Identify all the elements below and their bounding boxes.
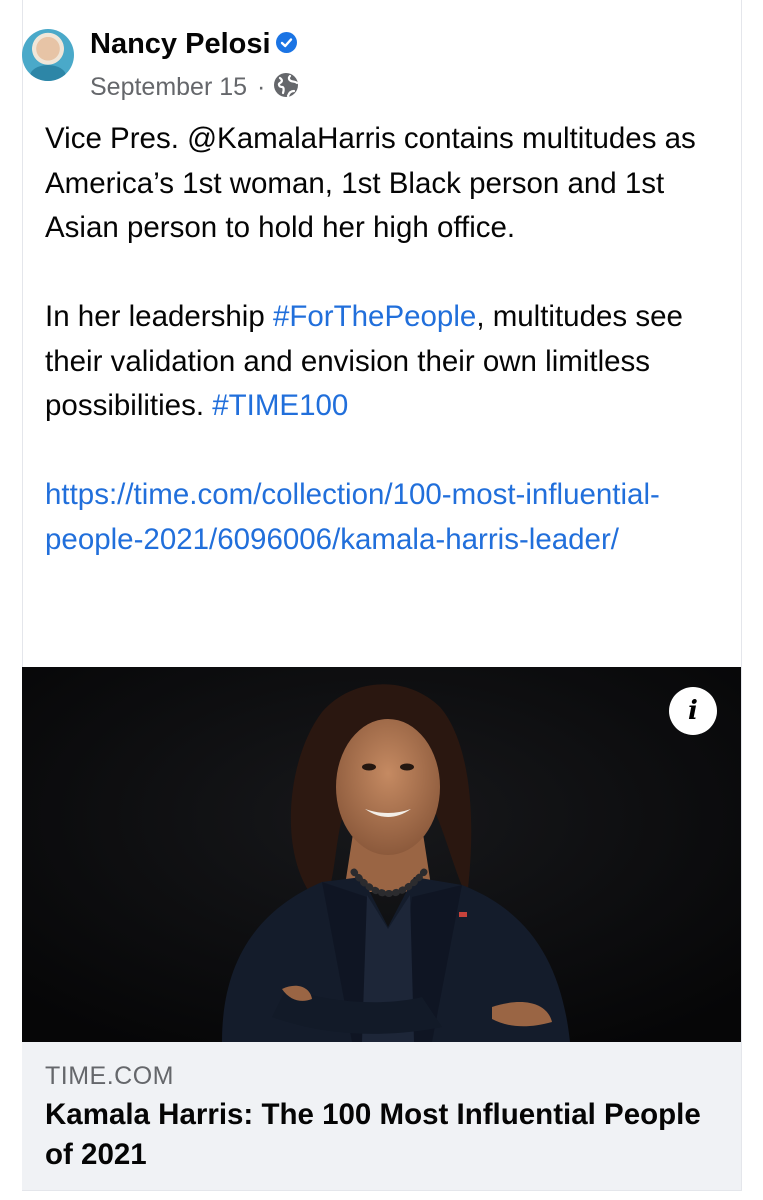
paragraph-2-prefix: In her leadership [45, 300, 273, 333]
info-icon[interactable]: i [669, 687, 717, 735]
hashtag-forthepeople[interactable]: #ForThePeople [273, 300, 476, 333]
post-header: Nancy Pelosi September 15 · [22, 27, 682, 107]
globe-icon [273, 72, 299, 98]
link-title[interactable]: Kamala Harris: The 100 Most Influential … [45, 1095, 705, 1175]
post-paragraph-2: In her leadership #ForThePeople, multitu… [45, 295, 735, 429]
meta-separator: · [257, 73, 266, 101]
post-text: Vice Pres. @KamalaHarris contains multit… [45, 117, 735, 562]
portrait-photo [22, 667, 741, 1042]
author-name[interactable]: Nancy Pelosi [90, 28, 271, 60]
post-meta: September 15 · [90, 71, 299, 103]
link-preview-image[interactable]: i [22, 667, 741, 1042]
author-avatar[interactable] [22, 29, 74, 81]
post-paragraph-1: Vice Pres. @KamalaHarris contains multit… [45, 122, 696, 244]
hashtag-time100[interactable]: #TIME100 [212, 389, 348, 422]
author-name-row: Nancy Pelosi [90, 27, 297, 61]
link-preview-caption[interactable]: TIME.COM Kamala Harris: The 100 Most Inf… [22, 1042, 741, 1190]
verified-badge-icon [275, 31, 297, 53]
post-url-link[interactable]: https://time.com/collection/100-most-inf… [45, 478, 660, 556]
post-date[interactable]: September 15 [90, 73, 247, 101]
link-domain: TIME.COM [45, 1062, 174, 1090]
post-url-paragraph: https://time.com/collection/100-most-inf… [45, 473, 735, 562]
